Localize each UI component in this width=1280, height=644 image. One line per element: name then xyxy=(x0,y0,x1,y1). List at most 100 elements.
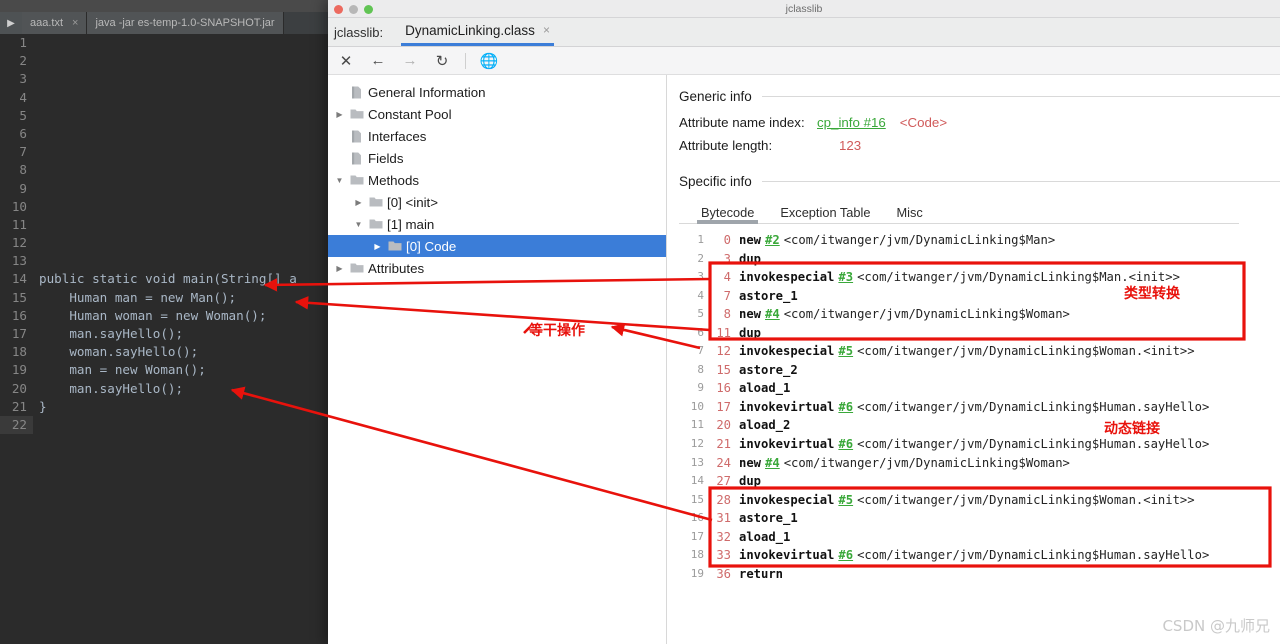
tree-item-0-init[interactable]: ▶ [0] <init> xyxy=(328,191,666,213)
code-editor[interactable]: 1 2 3 4 5 6 7 8 9 10 11 12 13 14 public static void ma… xyxy=(0,34,330,644)
close-icon[interactable]: × xyxy=(72,17,78,29)
bytecode-tab-misc[interactable]: Misc xyxy=(896,205,922,220)
code-line[interactable]: 12 xyxy=(0,234,330,252)
bytecode-row[interactable]: 18 33 invokevirtual #6 <com/itwanger/jvm/Dyn… xyxy=(679,546,1280,565)
tree-item-methods[interactable]: ▼ Methods xyxy=(328,169,666,191)
attribute-length-value: 123 xyxy=(839,138,862,153)
minimize-window-button[interactable] xyxy=(349,5,358,14)
code-line[interactable]: 21} xyxy=(0,398,330,416)
bytecode-listing[interactable]: 1 0 new #2 <com/itwanger/jvm/DynamicLinking$… xyxy=(679,231,1280,583)
ide-tab-aaa-txt[interactable]: aaa.txt × xyxy=(22,12,88,34)
code-line[interactable]: 14 public static void main(String[] a xyxy=(0,270,330,288)
tree-item-attributes[interactable]: ▶ Attributes xyxy=(328,257,666,279)
ide-tab-java-jar[interactable]: java -jar es-temp-1.0-SNAPSHOT.jar xyxy=(87,12,284,34)
code-line[interactable]: 9 xyxy=(0,180,330,198)
bytecode-mnemonic: aload_1 xyxy=(739,529,791,544)
code-line[interactable]: 5 xyxy=(0,107,330,125)
constant-pool-ref-link[interactable]: #2 xyxy=(765,231,780,250)
constant-pool-ref-link[interactable]: #6 xyxy=(838,435,853,454)
bytecode-row[interactable]: 17 32 aload_1 xyxy=(679,528,1280,547)
bytecode-tab-exception-table[interactable]: Exception Table xyxy=(780,205,870,220)
tree-item-general-information[interactable]: General Information xyxy=(328,81,666,103)
bytecode-row[interactable]: 2 3 dup xyxy=(679,250,1280,269)
class-structure-tree[interactable]: General Information ▶ Constant Pool Interfa… xyxy=(328,75,667,644)
reload-icon[interactable]: ↻ xyxy=(433,52,451,70)
run-icon[interactable]: ▶ xyxy=(0,12,22,34)
ide-tab-bar[interactable]: ▶ aaa.txt × java -jar es-temp-1.0-SNAPSH… xyxy=(0,12,330,34)
bytecode-offset: 15 xyxy=(716,362,731,377)
bytecode-row[interactable]: 10 17 invokevirtual #6 <com/itwanger/jvm/Dyn… xyxy=(679,398,1280,417)
code-line[interactable]: 22 xyxy=(0,415,330,435)
code-line[interactable]: 15 Human man = new Man(); xyxy=(0,289,330,307)
bytecode-row[interactable]: 14 27 dup xyxy=(679,472,1280,491)
code-line[interactable]: 1 xyxy=(0,34,330,52)
tree-item-interfaces[interactable]: Interfaces xyxy=(328,125,666,147)
tree-item-0-code[interactable]: ▶ [0] Code xyxy=(328,235,666,257)
bytecode-row[interactable]: 4 7 astore_1 xyxy=(679,287,1280,306)
bytecode-line-number: 6 xyxy=(697,325,704,339)
code-line[interactable]: 13 xyxy=(0,252,330,270)
bytecode-row[interactable]: 9 16 aload_1 xyxy=(679,379,1280,398)
bytecode-tab-strip[interactable]: Bytecode Exception Table Misc xyxy=(679,205,1239,224)
chevron-right-icon[interactable]: ▶ xyxy=(351,198,366,207)
bytecode-row[interactable]: 15 28 invokespecial #5 <com/itwanger/jvm/Dyn… xyxy=(679,491,1280,510)
chevron-down-icon[interactable]: ▼ xyxy=(351,220,366,229)
bytecode-row[interactable]: 12 21 invokevirtual #6 <com/itwanger/jvm/Dyn… xyxy=(679,435,1280,454)
bytecode-row[interactable]: 8 15 astore_2 xyxy=(679,361,1280,380)
bytecode-mnemonic: invokevirtual xyxy=(739,548,835,563)
code-line[interactable]: 2 xyxy=(0,52,330,70)
jclasslib-toolbar[interactable]: ✕ ← → ↻ 🌐 xyxy=(328,47,1280,75)
code-line[interactable]: 10 xyxy=(0,198,330,216)
code-line[interactable]: 6 xyxy=(0,125,330,143)
code-line[interactable]: 16 Human woman = new Woman(); xyxy=(0,307,330,325)
maximize-window-button[interactable] xyxy=(364,5,373,14)
back-icon[interactable]: ← xyxy=(369,52,387,70)
bytecode-row[interactable]: 7 12 invokespecial #5 <com/itwanger/jvm/Dyna… xyxy=(679,342,1280,361)
constant-pool-ref-link[interactable]: #5 xyxy=(838,342,853,361)
forward-icon[interactable]: → xyxy=(401,52,419,70)
constant-pool-ref-link[interactable]: #3 xyxy=(838,268,853,287)
chevron-right-icon[interactable]: ▶ xyxy=(332,110,347,119)
constant-pool-ref-link[interactable]: #6 xyxy=(838,546,853,565)
constant-pool-ref-link[interactable]: #6 xyxy=(838,398,853,417)
constant-pool-ref-link[interactable]: #5 xyxy=(838,491,853,510)
bytecode-row[interactable]: 3 4 invokespecial #3 <com/itwanger/jvm/Dynam… xyxy=(679,268,1280,287)
tree-item-constant-pool[interactable]: ▶ Constant Pool xyxy=(328,103,666,125)
bytecode-row[interactable]: 6 11 dup xyxy=(679,324,1280,343)
bytecode-row[interactable]: 16 31 astore_1 xyxy=(679,509,1280,528)
close-icon[interactable]: ✕ xyxy=(337,52,355,70)
bytecode-row[interactable]: 5 8 new #4 <com/itwanger/jvm/DynamicLinking$… xyxy=(679,305,1280,324)
code-line[interactable]: 4 xyxy=(0,89,330,107)
bytecode-line-number: 16 xyxy=(690,511,704,525)
bytecode-descriptor: <com/itwanger/jvm/DynamicLinking$Woman> xyxy=(783,307,1070,322)
attribute-detail-pane: Generic info Attribute name index: cp_in… xyxy=(667,75,1280,644)
cp-info-link[interactable]: cp_info #16 xyxy=(817,114,886,131)
code-line[interactable]: 3 xyxy=(0,70,330,88)
tree-item-fields[interactable]: Fields xyxy=(328,147,666,169)
window-controls[interactable] xyxy=(334,5,373,14)
constant-pool-ref-link[interactable]: #4 xyxy=(765,454,780,473)
code-line[interactable]: 7 xyxy=(0,143,330,161)
code-line[interactable]: 17 man.sayHello(); xyxy=(0,325,330,343)
tree-item-1-main[interactable]: ▼ [1] main xyxy=(328,213,666,235)
bytecode-line-number: 5 xyxy=(697,307,704,321)
bytecode-row[interactable]: 11 20 aload_2 xyxy=(679,416,1280,435)
chevron-right-icon[interactable]: ▶ xyxy=(370,242,385,251)
tab-dynamiclinking-class[interactable]: DynamicLinking.class × xyxy=(401,18,554,46)
code-line[interactable]: 19 man = new Woman(); xyxy=(0,361,330,379)
code-line[interactable]: 8 xyxy=(0,161,330,179)
code-line[interactable]: 11 xyxy=(0,216,330,234)
bytecode-tab-bytecode[interactable]: Bytecode xyxy=(696,205,759,224)
chevron-down-icon[interactable]: ▼ xyxy=(332,176,347,185)
close-window-button[interactable] xyxy=(334,5,343,14)
bytecode-row[interactable]: 1 0 new #2 <com/itwanger/jvm/DynamicLinking$… xyxy=(679,231,1280,250)
close-icon[interactable]: × xyxy=(543,23,550,37)
chevron-right-icon[interactable]: ▶ xyxy=(332,264,347,273)
browse-icon[interactable]: 🌐 xyxy=(480,52,499,70)
code-line-text xyxy=(33,89,39,107)
bytecode-row[interactable]: 19 36 return xyxy=(679,565,1280,584)
constant-pool-ref-link[interactable]: #4 xyxy=(765,305,780,324)
code-line[interactable]: 20 man.sayHello(); xyxy=(0,380,330,398)
bytecode-row[interactable]: 13 24 new #4 <com/itwanger/jvm/DynamicLinkin… xyxy=(679,454,1280,473)
code-line[interactable]: 18 woman.sayHello(); xyxy=(0,343,330,361)
